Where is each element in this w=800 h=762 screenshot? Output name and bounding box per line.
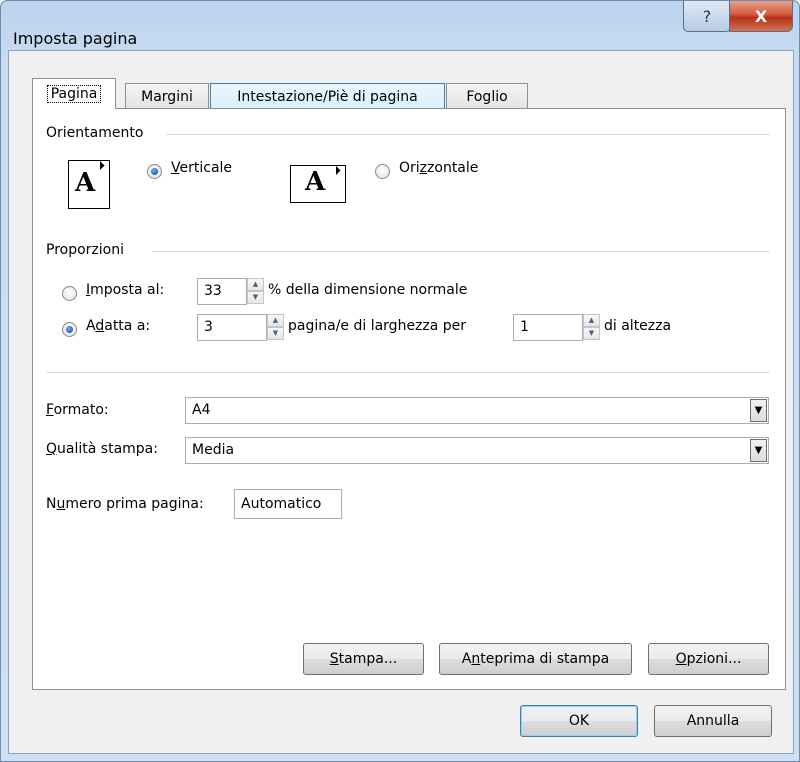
portrait-page-icon: A xyxy=(68,160,110,209)
tab-foglio-label: Foglio xyxy=(466,88,508,105)
ok-button[interactable]: OK xyxy=(520,705,638,737)
print-quality-label: Qualità stampa: xyxy=(46,441,158,457)
tab-foglio[interactable]: Foglio xyxy=(446,83,528,109)
spin-down-icon: ▼ xyxy=(247,291,264,304)
first-page-number-label: Numero prima pagina: xyxy=(46,496,204,512)
chevron-down-icon[interactable]: ▼ xyxy=(750,399,767,422)
print-quality-value: Media xyxy=(192,442,235,458)
pages-tall-spinner[interactable]: ▲ ▼ xyxy=(583,314,600,341)
help-button[interactable]: ? xyxy=(683,1,731,32)
fit-to-suffix: di altezza xyxy=(604,318,672,334)
section-divider xyxy=(46,372,770,373)
paper-size-dropdown[interactable]: A4 ▼ xyxy=(185,397,769,424)
tab-pagina[interactable]: Pagina xyxy=(32,78,116,109)
set-to-radio[interactable] xyxy=(62,286,77,301)
paper-size-value: A4 xyxy=(192,402,211,418)
close-icon: X xyxy=(754,6,768,26)
spin-up-icon: ▲ xyxy=(247,278,264,291)
scaling-group-label: Proporzioni xyxy=(46,242,124,258)
orientation-divider xyxy=(166,134,770,135)
tab-margini-label: Margini xyxy=(141,88,193,105)
cancel-button[interactable]: Annulla xyxy=(654,705,772,737)
orientation-group-label: Orientamento xyxy=(46,125,144,141)
options-button[interactable]: Opzioni... xyxy=(648,643,769,675)
pages-tall-input[interactable]: 1 xyxy=(513,314,583,341)
print-preview-button[interactable]: An teprima di stampa xyxy=(439,643,632,675)
fit-to-middle-text: pagina/e di larghezza per xyxy=(288,318,467,334)
portrait-radio[interactable] xyxy=(147,164,162,179)
scaling-divider xyxy=(152,251,770,252)
tab-pagina-label: Pagina xyxy=(46,85,102,103)
first-page-number-input[interactable]: Automatico xyxy=(234,489,342,519)
pages-wide-spinner[interactable]: ▲ ▼ xyxy=(267,314,284,341)
set-to-spinner[interactable]: ▲ ▼ xyxy=(247,278,264,305)
pages-wide-input[interactable]: 3 xyxy=(197,314,267,341)
spin-up-icon: ▲ xyxy=(267,314,284,327)
print-quality-dropdown[interactable]: Media ▼ xyxy=(185,437,769,464)
tab-intestazione-label: Intestazione/Piè di pagina xyxy=(237,88,418,105)
fit-to-label[interactable]: Adatta a: xyxy=(86,318,150,334)
fit-to-radio[interactable] xyxy=(62,322,77,337)
landscape-label[interactable]: Orizzontale xyxy=(399,160,478,176)
help-icon: ? xyxy=(702,6,712,26)
portrait-label[interactable]: Verticale xyxy=(171,160,232,176)
tab-intestazione[interactable]: Intestazione/Piè di pagina xyxy=(210,83,445,109)
print-button[interactable]: Stampa... xyxy=(303,643,424,675)
dialog-title: Imposta pagina xyxy=(13,29,138,48)
set-to-label[interactable]: Imposta al: xyxy=(86,282,164,298)
spin-down-icon: ▼ xyxy=(583,327,600,340)
close-button[interactable]: X xyxy=(729,1,793,32)
tab-margini[interactable]: Margini xyxy=(125,83,209,109)
set-to-suffix: % della dimensione normale xyxy=(268,282,468,298)
title-bar[interactable]: Imposta pagina ? X xyxy=(1,1,799,51)
set-to-percent-input[interactable]: 33 xyxy=(197,278,247,305)
spin-down-icon: ▼ xyxy=(267,327,284,340)
landscape-page-icon: A xyxy=(290,165,346,203)
spin-up-icon: ▲ xyxy=(583,314,600,327)
landscape-radio[interactable] xyxy=(375,164,390,179)
paper-size-label: Formato: xyxy=(46,402,109,418)
chevron-down-icon[interactable]: ▼ xyxy=(750,439,767,462)
